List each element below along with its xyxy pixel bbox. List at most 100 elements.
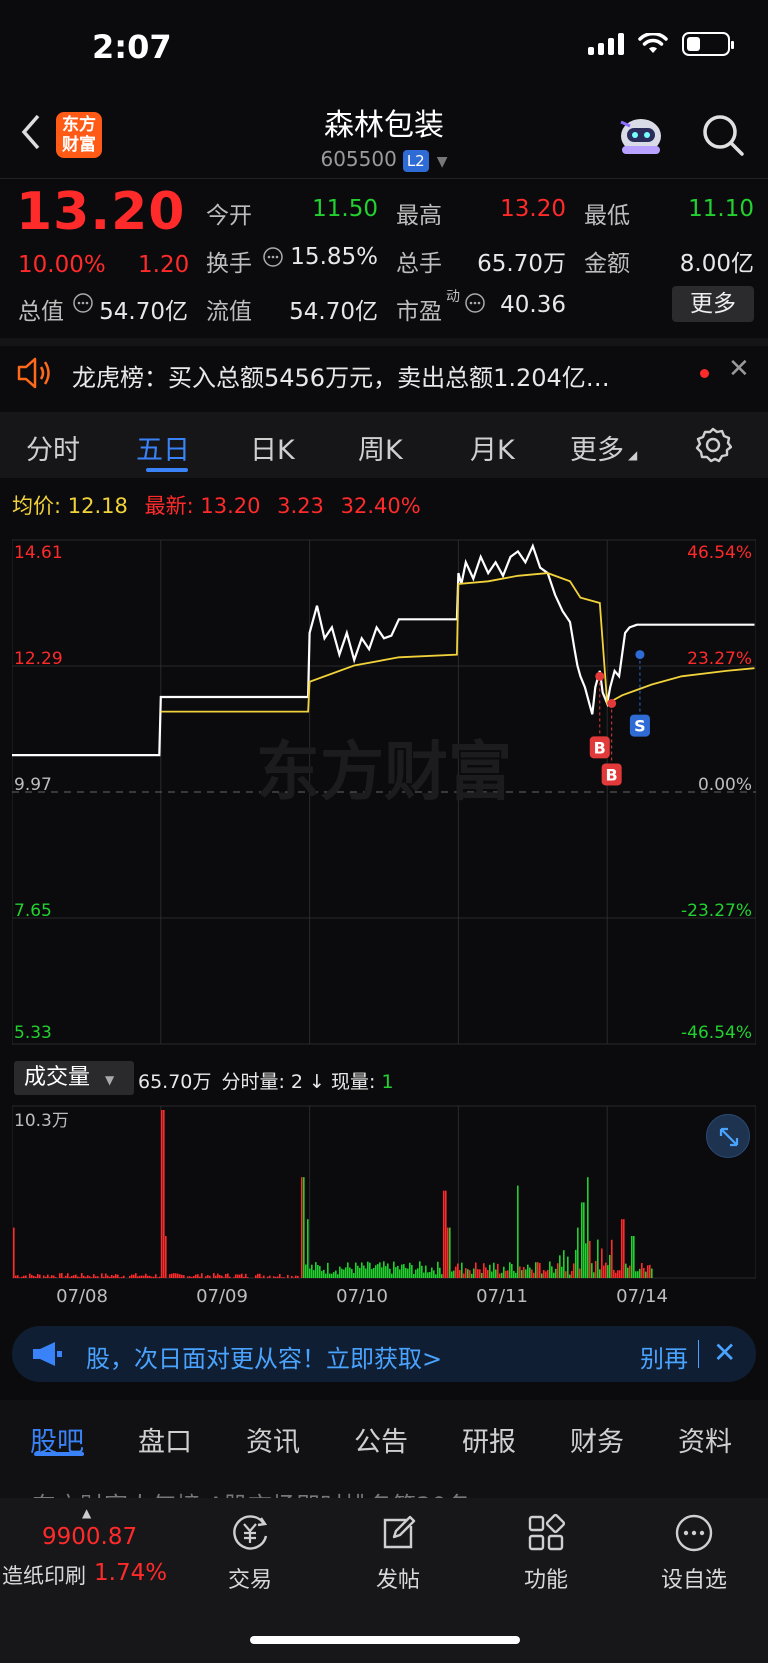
volume-selector-label: 成交量 bbox=[24, 1065, 91, 1090]
volume-bar bbox=[439, 1267, 441, 1278]
more-button[interactable]: 更多 bbox=[672, 286, 754, 322]
volume-bar bbox=[277, 1276, 279, 1278]
volume-bar bbox=[15, 1275, 17, 1278]
volume-bar bbox=[525, 1269, 527, 1278]
tab-monthly-k[interactable]: 月K bbox=[470, 428, 515, 467]
wifi-icon bbox=[638, 33, 668, 53]
tab-five-day[interactable]: 五日 bbox=[136, 428, 190, 467]
volume-bar bbox=[451, 1271, 453, 1278]
close-icon[interactable]: ✕ bbox=[713, 1336, 736, 1369]
tab-news[interactable]: 资讯 bbox=[246, 1420, 300, 1459]
price-chart[interactable]: 东方财富 BB S 14.61 46.54% 12.29 23.27% 9.97 0.00% 7.… bbox=[12, 528, 756, 1056]
volume-bar bbox=[387, 1263, 389, 1278]
volume-bar bbox=[239, 1274, 241, 1278]
volume-bar bbox=[161, 1110, 163, 1278]
tab-orderbook[interactable]: 盘口 bbox=[138, 1420, 192, 1459]
tab-financials[interactable]: 财务 bbox=[570, 1420, 624, 1459]
volume-bar bbox=[537, 1262, 539, 1278]
volume-bar bbox=[647, 1265, 649, 1278]
volume-bar bbox=[97, 1276, 99, 1278]
volume-bar bbox=[107, 1275, 109, 1278]
volume-bar bbox=[401, 1264, 403, 1278]
low-label: 最低 bbox=[584, 203, 630, 229]
volume-bar bbox=[497, 1263, 499, 1278]
volume-bar bbox=[641, 1263, 643, 1278]
expand-button[interactable] bbox=[706, 1114, 750, 1158]
nav-trade[interactable]: 交易 bbox=[200, 1512, 300, 1594]
more-info-icon[interactable] bbox=[464, 292, 486, 314]
volume-bar bbox=[415, 1269, 417, 1278]
volume-bar bbox=[419, 1261, 421, 1278]
volume-bar bbox=[495, 1269, 497, 1278]
turnover-label: 换手 bbox=[206, 251, 252, 277]
volume-bar bbox=[179, 1274, 181, 1278]
volume-bar bbox=[421, 1265, 423, 1278]
tab-announcements[interactable]: 公告 bbox=[354, 1420, 408, 1459]
sector-index-value[interactable]: 9900.87 bbox=[42, 1524, 137, 1550]
tab-profile[interactable]: 资料 bbox=[678, 1420, 732, 1459]
volume-bar bbox=[407, 1268, 409, 1278]
volume-bar bbox=[629, 1265, 631, 1278]
dismiss-later-button[interactable]: 别再 bbox=[640, 1339, 688, 1374]
volume-total: 65.70万 bbox=[138, 1071, 212, 1093]
low-value: 11.10 bbox=[688, 196, 754, 222]
volume-bar bbox=[263, 1275, 265, 1278]
more-info-icon[interactable] bbox=[72, 292, 94, 314]
chart-tabs: 分时 五日 日K 周K 月K 更多 ◢ bbox=[0, 412, 768, 478]
volume-bar bbox=[601, 1248, 603, 1278]
volume-bar bbox=[75, 1274, 77, 1278]
status-time: 2:07 bbox=[92, 28, 172, 66]
gear-icon[interactable] bbox=[694, 426, 733, 464]
volume-bar bbox=[169, 1274, 171, 1278]
volume-bar bbox=[217, 1273, 219, 1278]
close-icon[interactable]: ✕ bbox=[728, 354, 750, 384]
volume-bar bbox=[533, 1272, 535, 1278]
tab-research[interactable]: 研报 bbox=[462, 1420, 516, 1459]
nav-post[interactable]: 发帖 bbox=[348, 1512, 448, 1594]
volume-bar bbox=[351, 1268, 353, 1278]
volume-bar bbox=[345, 1267, 347, 1278]
volume-bar bbox=[31, 1275, 33, 1278]
volume-bar bbox=[511, 1264, 513, 1278]
tab-more[interactable]: 更多 ◢ bbox=[570, 428, 637, 467]
chart-legend: 均价: 12.18 最新: 13.20 3.23 32.40% bbox=[12, 490, 421, 520]
volume-bar bbox=[213, 1273, 215, 1278]
promo-text[interactable]: 股，次日面对更从容！立即获取> bbox=[86, 1339, 442, 1374]
volume-bar bbox=[83, 1275, 85, 1278]
volume-bar bbox=[479, 1269, 481, 1278]
nav-trade-label: 交易 bbox=[227, 1568, 272, 1593]
y-axis-label-left: 9.97 bbox=[14, 775, 52, 795]
trade-marker-dot bbox=[635, 650, 645, 660]
tab-weekly-k[interactable]: 周K bbox=[358, 428, 403, 467]
volume-bar bbox=[175, 1273, 177, 1278]
more-info-icon[interactable] bbox=[262, 246, 284, 268]
volume-bar bbox=[443, 1190, 445, 1278]
volume-bar bbox=[321, 1271, 323, 1278]
volume-bar bbox=[651, 1268, 653, 1278]
volume-bar bbox=[133, 1274, 135, 1278]
volume-bar bbox=[621, 1219, 623, 1278]
tab-daily-k[interactable]: 日K bbox=[250, 428, 295, 467]
robot-assistant-icon[interactable] bbox=[616, 112, 666, 158]
volume-bar bbox=[365, 1268, 367, 1278]
sector-name[interactable]: 造纸印刷 bbox=[2, 1560, 86, 1590]
search-icon[interactable] bbox=[700, 112, 746, 158]
volume-bar bbox=[605, 1262, 607, 1278]
volume-bar bbox=[457, 1263, 459, 1278]
amount-label: 金额 bbox=[584, 251, 630, 277]
volume-bar bbox=[309, 1268, 311, 1278]
nav-watchlist[interactable]: 设自选 bbox=[644, 1512, 744, 1594]
volume-chart[interactable]: 10.3万 07/08 07/09 07/10 07/11 07/14 bbox=[12, 1100, 756, 1304]
nav-functions[interactable]: 功能 bbox=[496, 1512, 596, 1594]
notice-text[interactable]: 龙虎榜：买入总额5456万元，卖出总额1.204亿… bbox=[72, 358, 610, 393]
tab-intraday[interactable]: 分时 bbox=[26, 428, 80, 467]
unread-dot bbox=[700, 369, 709, 378]
volume-bar bbox=[235, 1274, 237, 1278]
battery-icon bbox=[682, 32, 734, 56]
divider bbox=[0, 178, 768, 179]
y-axis-label-right: 23.27% bbox=[687, 649, 752, 669]
sector-change-pct[interactable]: 1.74% bbox=[94, 1560, 167, 1586]
volume-bar bbox=[341, 1268, 343, 1278]
volume-indicator-selector[interactable]: 成交量 ▼ bbox=[14, 1061, 134, 1095]
volume-bar bbox=[367, 1261, 369, 1278]
